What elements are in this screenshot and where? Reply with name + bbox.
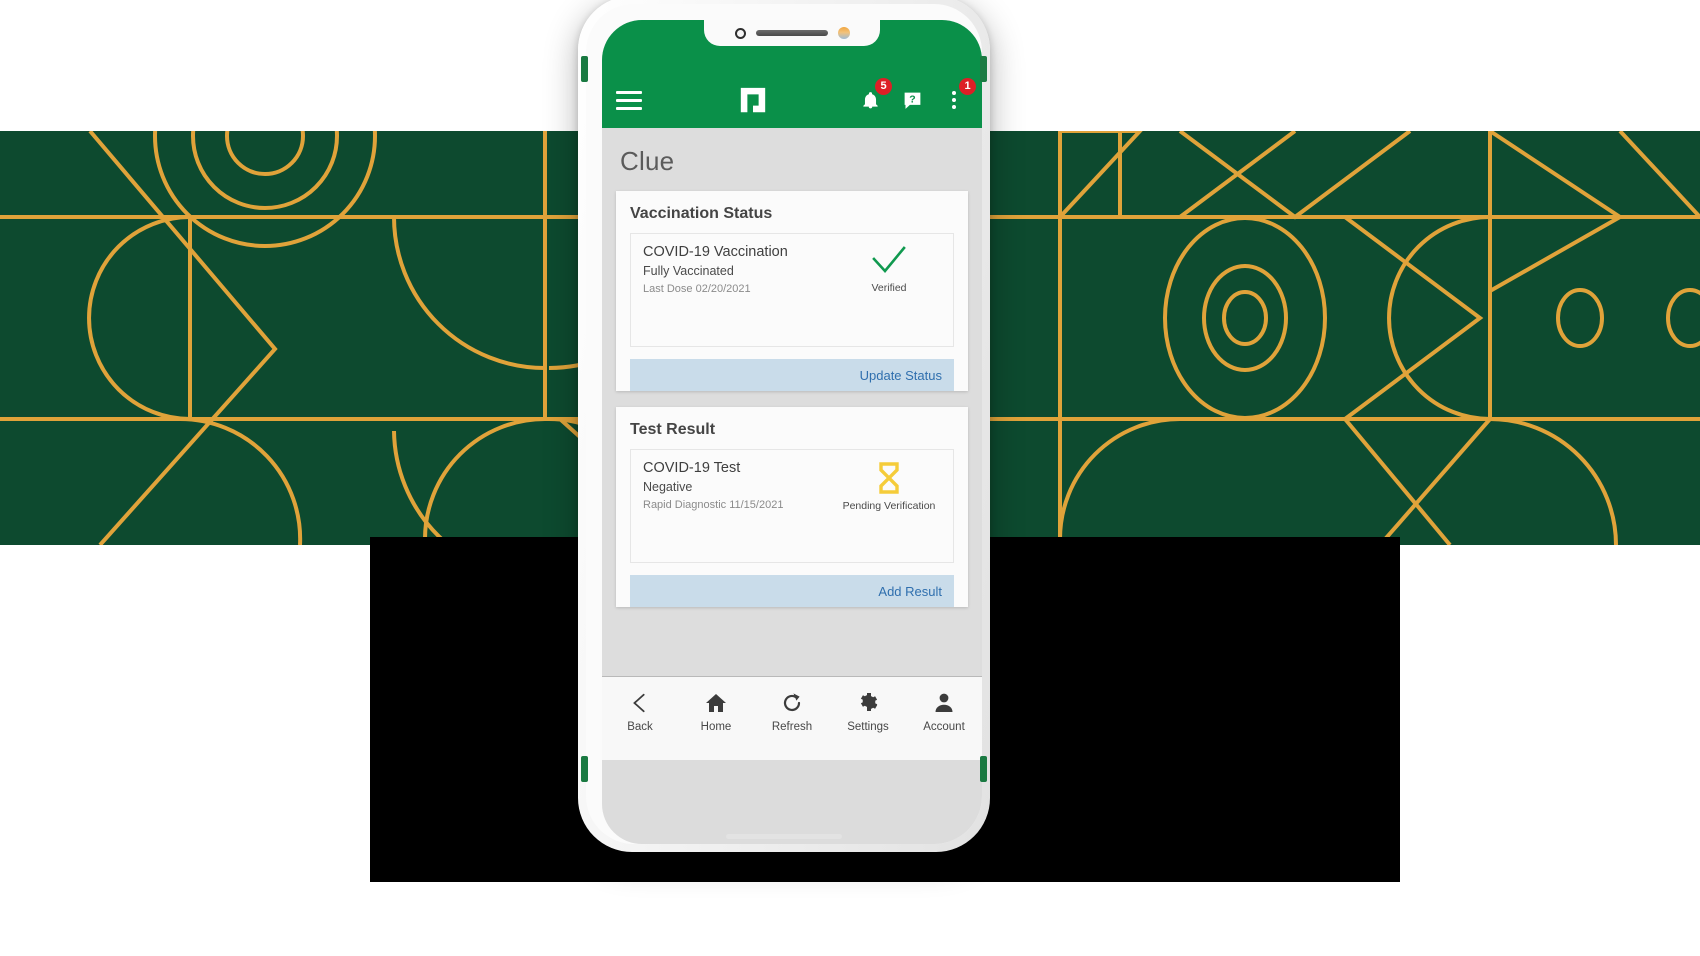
status-label: Verified [871,282,907,294]
card-body: COVID-19 Test Negative Rapid Diagnostic … [630,449,954,563]
item-title: COVID-19 Test [643,460,741,476]
bottom-navigation-bar: Back Home Refresh Settings Account [602,676,982,760]
person-icon [935,693,953,712]
nav-item-home[interactable]: Home [686,691,746,733]
hourglass-icon [879,462,899,494]
nav-label: Refresh [771,721,813,733]
home-icon [706,694,726,712]
item-subtitle: Fully Vaccinated [643,264,734,278]
card-body: COVID-19 Vaccination Fully Vaccinated La… [630,233,954,347]
card-title: Test Result [630,421,716,438]
chevron-left-icon [633,693,645,713]
add-result-button[interactable]: Add Result [630,575,954,607]
status-block: Pending Verification [837,460,941,512]
header-actions: 5 ? 1 [856,78,976,115]
update-status-button[interactable]: Update Status [630,359,954,391]
nav-item-back[interactable]: Back [610,691,670,733]
card-title: Vaccination Status [630,205,773,222]
hamburger-menu-icon[interactable] [616,83,650,117]
phone-side-button-right-top [980,56,987,82]
app-logo-container [650,85,856,115]
update-status-label: Update Status [859,367,942,383]
nav-label: Account [923,721,965,733]
proximity-sensor-icon [837,27,850,39]
phone-side-button-left-bottom [581,756,588,782]
home-indicator [726,834,842,839]
screenshot-stage: 5 ? 1 Clue Vaccination Status COVID-19 V… [0,0,1700,956]
nav-label: Back [627,721,653,733]
item-meta: Rapid Diagnostic 11/15/2021 [643,499,784,511]
nav-label: Home [700,721,732,733]
nav-label: Settings [847,721,889,733]
nav-item-account[interactable]: Account [914,691,974,733]
phone-body: 5 ? 1 Clue Vaccination Status COVID-19 V… [586,4,982,844]
phone-side-button-left-top [581,56,588,82]
card-text-block: COVID-19 Vaccination Fully Vaccinated La… [643,244,837,295]
app-page-content: Clue Vaccination Status COVID-19 Vaccina… [602,128,982,760]
front-camera-icon [734,27,746,39]
nav-item-refresh[interactable]: Refresh [762,691,822,733]
page-title: Clue [620,146,675,176]
phone-screen: 5 ? 1 Clue Vaccination Status COVID-19 V… [602,20,982,844]
vaccination-status-card: Vaccination Status COVID-19 Vaccination … [616,191,968,391]
overflow-badge: 1 [959,78,976,95]
phone-notch [704,20,880,46]
earpiece-speaker [755,30,828,36]
item-meta: Last Dose 02/20/2021 [643,283,751,295]
phone-side-button-right-bottom [980,756,987,782]
app-header-bar: 5 ? 1 [602,20,982,128]
card-text-block: COVID-19 Test Negative Rapid Diagnostic … [643,460,837,512]
help-question-icon[interactable]: ? [898,85,926,115]
status-label: Pending Verification [842,500,936,512]
refresh-icon [783,693,801,712]
kebab-menu-icon[interactable]: 1 [940,78,976,115]
bell-icon[interactable]: 5 [856,78,892,115]
test-result-card: Test Result COVID-19 Test Negative Rapid… [616,407,968,607]
add-result-label: Add Result [878,583,942,599]
item-subtitle: Negative [643,480,693,494]
gear-icon [860,693,878,711]
phone-device: 5 ? 1 Clue Vaccination Status COVID-19 V… [578,0,990,852]
check-mark-icon [872,246,906,273]
status-block: Verified [837,244,941,295]
item-title: COVID-19 Vaccination [643,244,788,260]
nav-item-settings[interactable]: Settings [838,691,898,733]
notifications-badge: 5 [875,78,892,95]
app-logo-icon [740,87,766,113]
svg-text:?: ? [909,93,915,105]
